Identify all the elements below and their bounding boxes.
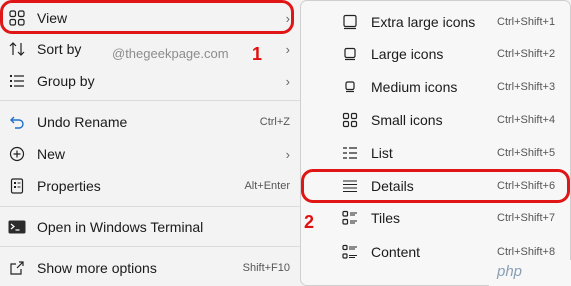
list-view-icon <box>341 144 359 162</box>
shortcut-text: Ctrl+Z <box>259 116 290 128</box>
submenu-item-label: Small icons <box>371 112 443 128</box>
submenu-item-label: Extra large icons <box>371 14 476 30</box>
shortcut-text: Ctrl+Shift+7 <box>497 212 556 224</box>
step-number-1: 1 <box>252 44 263 64</box>
view-submenu: Extra large icons Ctrl+Shift+1 Large ico… <box>300 0 571 286</box>
content-view-icon <box>341 243 359 261</box>
large-icons-icon <box>341 45 359 63</box>
chevron-right-icon: › <box>285 41 290 57</box>
small-icons-icon <box>341 111 359 129</box>
submenu-item-medium-icons[interactable]: Medium icons Ctrl+Shift+3 <box>301 71 571 103</box>
menu-item-label: Undo Rename <box>37 114 128 130</box>
shortcut-text: Ctrl+Shift+5 <box>497 147 556 159</box>
step-number-2: 2 <box>304 212 315 232</box>
menu-item-open-terminal[interactable]: Open in Windows Terminal <box>0 211 296 243</box>
chevron-right-icon: › <box>285 73 290 89</box>
plus-circle-icon <box>8 145 26 163</box>
undo-icon <box>8 113 26 131</box>
menu-item-label: Properties <box>37 178 101 194</box>
menu-item-label: Group by <box>37 73 95 89</box>
shortcut-text: Ctrl+Shift+2 <box>497 48 556 60</box>
menu-item-label: New <box>37 146 66 162</box>
submenu-item-label: Medium icons <box>371 79 458 95</box>
shortcut-text: Shift+F10 <box>242 262 290 274</box>
tiles-view-icon <box>341 209 359 227</box>
share-icon <box>8 259 26 277</box>
submenu-item-label: List <box>371 145 393 161</box>
highlight-box-view <box>0 0 294 34</box>
menu-item-group-by[interactable]: Group by › <box>0 65 296 97</box>
watermark-text: @thegeekpage.com <box>112 46 229 61</box>
menu-item-label: Sort by <box>37 41 82 57</box>
list-icon <box>8 72 26 90</box>
context-menu: View › Sort by › Group by › Undo Rename … <box>0 0 300 286</box>
sort-arrows-icon <box>8 40 26 58</box>
shortcut-text: Ctrl+Shift+1 <box>497 16 556 28</box>
submenu-item-tiles[interactable]: Tiles Ctrl+Shift+7 <box>301 202 571 234</box>
shortcut-text: Ctrl+Shift+4 <box>497 114 556 126</box>
submenu-item-list[interactable]: List Ctrl+Shift+5 <box>301 137 571 169</box>
shortcut-text: Ctrl+Shift+3 <box>497 81 556 93</box>
menu-divider <box>0 100 300 101</box>
menu-item-new[interactable]: New › <box>0 138 296 170</box>
shortcut-text: Alt+Enter <box>244 180 290 192</box>
site-logo: php <box>497 263 523 280</box>
shortcut-text: Ctrl+Shift+8 <box>497 246 556 258</box>
submenu-item-label: Large icons <box>371 46 444 62</box>
menu-divider <box>0 206 300 207</box>
menu-divider <box>0 246 300 247</box>
medium-icons-icon <box>341 78 359 96</box>
extra-large-icons-icon <box>341 13 359 31</box>
highlight-box-details <box>301 169 570 203</box>
submenu-item-large-icons[interactable]: Large icons Ctrl+Shift+2 <box>301 38 571 70</box>
terminal-icon <box>8 218 26 236</box>
menu-item-show-more-options[interactable]: Show more options Shift+F10 <box>0 252 296 284</box>
menu-item-undo-rename[interactable]: Undo Rename Ctrl+Z <box>0 106 296 138</box>
submenu-item-extra-large-icons[interactable]: Extra large icons Ctrl+Shift+1 <box>301 6 571 38</box>
chevron-right-icon: › <box>285 146 290 162</box>
menu-item-label: Open in Windows Terminal <box>37 219 204 235</box>
submenu-item-small-icons[interactable]: Small icons Ctrl+Shift+4 <box>301 104 571 136</box>
submenu-item-label: Tiles <box>371 210 401 226</box>
menu-item-properties[interactable]: Properties Alt+Enter <box>0 170 296 202</box>
menu-item-label: Show more options <box>37 260 157 276</box>
properties-icon <box>8 177 26 195</box>
submenu-item-label: Content <box>371 244 421 260</box>
